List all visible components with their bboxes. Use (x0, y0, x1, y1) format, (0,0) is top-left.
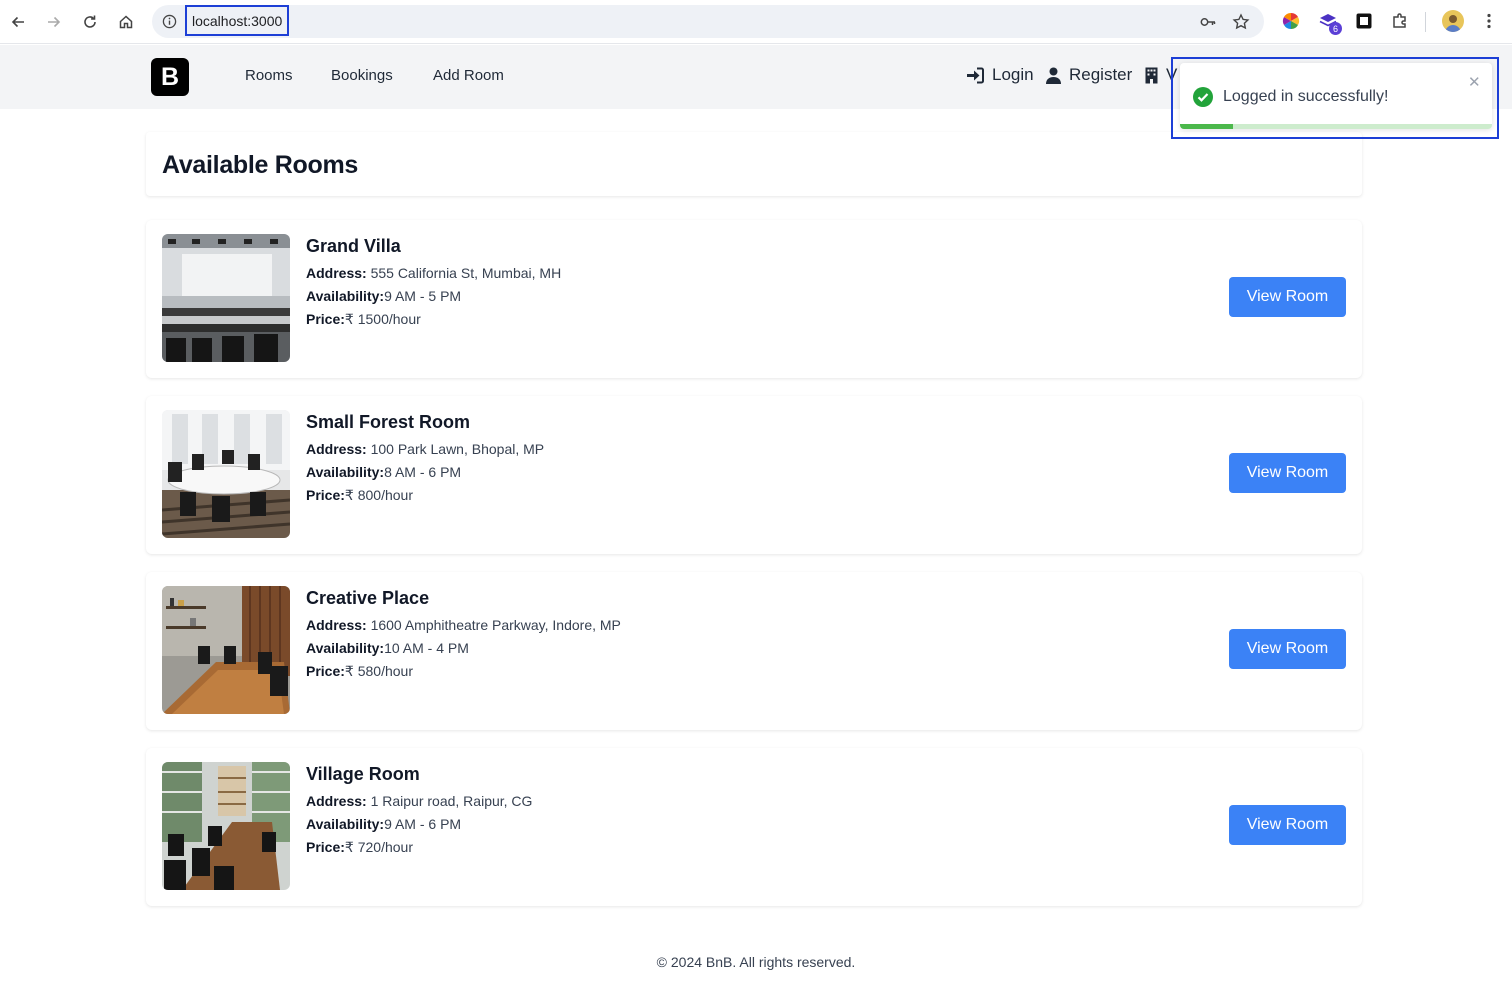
nav-add-room[interactable]: Add Room (433, 67, 504, 84)
person-avatar-icon (1445, 15, 1461, 32)
toast-notification[interactable]: Logged in successfully! ✕ (1180, 63, 1492, 129)
color-wheel-extension-icon[interactable] (1281, 11, 1301, 31)
view-room-button[interactable]: View Room (1229, 629, 1346, 669)
chrome-menu-icon[interactable] (1481, 12, 1497, 30)
login-link[interactable]: Login (966, 65, 1034, 85)
site-info-icon[interactable] (162, 14, 177, 29)
room-photo (162, 234, 290, 362)
room-name: Creative Place (306, 588, 430, 608)
room-availability: Availability:9 AM - 5 PM (306, 288, 462, 304)
view-room-button[interactable]: View Room (1229, 453, 1346, 493)
room-photo (162, 586, 290, 714)
password-key-icon[interactable] (1199, 13, 1217, 31)
room-price: Price:₹ 1500/hour (306, 311, 421, 327)
user-icon (1046, 67, 1061, 84)
room-card: Grand Villa Address: 555 California St, … (146, 220, 1362, 378)
arrow-right-icon (48, 16, 61, 28)
toast-progress-bar (1180, 124, 1492, 129)
home-button[interactable] (113, 9, 139, 35)
stack-extension-button[interactable]: 6 (1318, 11, 1342, 35)
toolbar-separator (1425, 12, 1426, 32)
home-icon (119, 15, 133, 29)
reload-icon (84, 15, 96, 28)
address-bar[interactable]: localhost:3000 (152, 5, 1264, 38)
nav-rooms[interactable]: Rooms (245, 67, 293, 84)
page-title: Available Rooms (162, 151, 359, 179)
room-card: Small Forest Room Address: 100 Park Lawn… (146, 396, 1362, 554)
view-room-button[interactable]: View Room (1229, 805, 1346, 845)
url-text[interactable]: localhost:3000 (185, 5, 290, 36)
register-link[interactable]: Register (1046, 65, 1132, 85)
forward-button[interactable] (41, 9, 67, 35)
room-availability: Availability:8 AM - 6 PM (306, 464, 462, 480)
room-price: Price:₹ 580/hour (306, 663, 413, 679)
profile-avatar[interactable] (1442, 10, 1464, 32)
room-card: Creative Place Address: 1600 Amphitheatr… (146, 572, 1362, 730)
nav-bookings[interactable]: Bookings (331, 67, 393, 84)
building-icon (1145, 67, 1158, 83)
footer-copyright: © 2024 BnB. All rights reserved. (656, 954, 856, 970)
room-address: Address: 1 Raipur road, Raipur, CG (306, 793, 533, 809)
toast-message: Logged in successfully! (1223, 88, 1389, 105)
sign-in-icon (967, 67, 984, 83)
room-price: Price:₹ 800/hour (306, 487, 413, 503)
arrow-left-icon (11, 16, 24, 28)
page-title-card: Available Rooms (146, 132, 1362, 196)
room-availability: Availability:10 AM - 4 PM (306, 640, 469, 656)
brand-logo[interactable]: B (151, 58, 189, 96)
room-name: Village Room (306, 764, 420, 784)
register-label: Register (1069, 65, 1133, 84)
view-room-button[interactable]: View Room (1229, 277, 1346, 317)
room-photo (162, 410, 290, 538)
toast-progress-fill (1180, 124, 1234, 129)
browser-toolbar: localhost:3000 6 (0, 0, 1512, 44)
room-card: Village Room Address: 1 Raipur road, Rai… (146, 748, 1362, 906)
close-icon[interactable]: ✕ (1468, 73, 1481, 91)
bookmark-star-icon[interactable] (1232, 13, 1250, 31)
room-name: Grand Villa (306, 236, 401, 256)
reload-button[interactable] (77, 9, 103, 35)
room-address: Address: 555 California St, Mumbai, MH (306, 265, 562, 281)
room-availability: Availability:9 AM - 6 PM (306, 816, 462, 832)
room-photo (162, 762, 290, 890)
room-price: Price:₹ 720/hour (306, 839, 413, 855)
back-button[interactable] (5, 9, 31, 35)
room-address: Address: 1600 Amphitheatre Parkway, Indo… (306, 617, 621, 633)
room-address: Address: 100 Park Lawn, Bhopal, MP (306, 441, 545, 457)
puzzle-extensions-icon[interactable] (1390, 11, 1410, 31)
room-name: Small Forest Room (306, 412, 471, 432)
square-extension-icon[interactable] (1354, 11, 1374, 31)
login-label: Login (992, 65, 1034, 84)
success-check-icon (1193, 87, 1213, 107)
extension-badge: 6 (1329, 22, 1342, 35)
